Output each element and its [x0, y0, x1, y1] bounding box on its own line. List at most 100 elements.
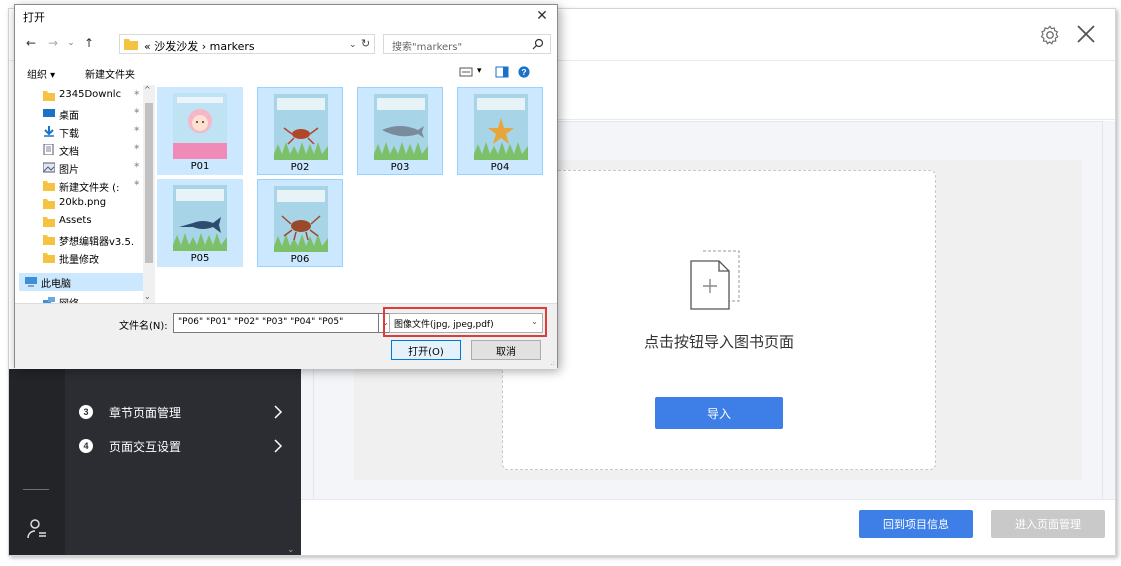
new-folder-button[interactable]: 新建文件夹 [85, 66, 135, 81]
enter-page-management-button[interactable]: 进入页面管理 [991, 510, 1105, 538]
step-number: 4 [79, 439, 93, 453]
file-name: P05 [190, 253, 210, 264]
thumbnail-crab [274, 94, 328, 160]
scroll-down-icon[interactable]: ⌄ [144, 292, 151, 301]
organize-menu[interactable]: 组织 ▾ [27, 66, 55, 81]
svg-text:?: ? [521, 67, 526, 77]
tree-item[interactable]: 文档 ✶ [43, 141, 143, 159]
address-bar[interactable]: « 沙发沙发 › markers [119, 34, 375, 54]
view-mode-icon[interactable] [459, 66, 473, 78]
pin-icon: ✶ [133, 107, 141, 117]
preview-pane-icon[interactable] [495, 66, 509, 78]
filetype-select[interactable]: 图像文件(jpg, jpeg,pdf) ⌄ [389, 313, 543, 333]
back-to-project-button[interactable]: 回到项目信息 [859, 510, 973, 538]
file-tile-p04[interactable]: P04 [457, 87, 543, 175]
sidebar-strip [9, 369, 65, 555]
file-tile-p02[interactable]: P02 [257, 87, 343, 175]
search-box[interactable]: 搜索"markers" [383, 34, 551, 54]
thumbnail-girl [173, 93, 227, 159]
recent-locations-icon[interactable]: ⌄ [63, 35, 79, 51]
sidebar-item-label: 页面交互设置 [109, 440, 182, 454]
pin-icon: ✶ [133, 161, 141, 171]
file-tile-p01[interactable]: P01 [157, 87, 243, 175]
tree-label: Assets [59, 215, 92, 226]
tree-label: 网络 [59, 295, 79, 303]
folder-icon [43, 235, 55, 245]
tree-label: 批量修改 [59, 255, 99, 266]
tree-item[interactable]: 下载 ✶ [43, 123, 143, 141]
search-placeholder: 搜索"markers" [392, 42, 463, 53]
dialog-title: 打开 [23, 11, 45, 24]
back-arrow-icon[interactable]: ← [23, 35, 39, 51]
dialog-navbar: ← → ⌄ ↑ « 沙发沙发 › markers ⌄ ↻ 搜索"markers" [15, 29, 557, 59]
cancel-button[interactable]: 取消 [471, 340, 541, 360]
filename-input[interactable]: "P06" "P01" "P02" "P03" "P04" "P05" [173, 313, 379, 333]
help-icon[interactable]: ? [517, 66, 531, 78]
tree-item[interactable]: 2345Downlc ✶ [43, 87, 143, 105]
dialog-close-icon[interactable]: ✕ [533, 7, 551, 25]
file-tile-p05[interactable]: P05 [157, 179, 243, 267]
open-button[interactable]: 打开(O) [391, 340, 461, 360]
search-icon [532, 38, 544, 50]
sidebar-item-chapter-pages[interactable]: 3 章节页面管理 [65, 396, 301, 430]
tree-item[interactable]: 梦想编辑器v3.5. [43, 231, 143, 249]
tree-scrollbar[interactable]: ^ ⌄ [143, 85, 155, 303]
dialog-toolbar: 组织 ▾ 新建文件夹 ▾ ? [15, 61, 557, 85]
computer-icon [25, 277, 37, 287]
import-button[interactable]: 导入 [655, 397, 783, 429]
file-tile-p06[interactable]: P06 [257, 179, 343, 267]
tree-label: 文档 [59, 147, 79, 158]
user-icon[interactable] [25, 517, 49, 541]
tree-label: 20kb.png [59, 197, 107, 208]
file-name: P04 [490, 162, 510, 173]
tree-item-this-pc[interactable]: 此电脑 [19, 273, 143, 291]
refresh-icon[interactable]: ↻ [361, 37, 370, 50]
file-grid: P01 P02 P03 P04 P05 P06 [157, 85, 557, 303]
tree-item[interactable]: Assets [43, 213, 143, 231]
gear-icon[interactable] [1039, 24, 1061, 46]
view-dropdown-icon[interactable]: ▾ [477, 66, 482, 76]
dialog-bottom-bar: 文件名(N): "P06" "P01" "P02" "P03" "P04" "P… [15, 303, 557, 369]
import-dropzone[interactable]: 点击按钮导入图书页面 导入 [502, 170, 936, 470]
import-caption: 点击按钮导入图书页面 [643, 333, 794, 351]
pin-icon: ✶ [133, 125, 141, 135]
scroll-thumb[interactable] [145, 103, 153, 263]
address-path: « 沙发沙发 › markers [144, 40, 255, 53]
tree-item[interactable]: 20kb.png [43, 195, 143, 213]
file-tile-p03[interactable]: P03 [357, 87, 443, 175]
sidebar-item-page-interaction[interactable]: 4 页面交互设置 [65, 430, 301, 464]
scroll-up-icon[interactable]: ^ [144, 85, 151, 94]
navigation-tree: 2345Downlc ✶ 桌面 ✶ 下载 ✶ 文档 ✶ 图片 ✶ 新建文件夹 (… [15, 85, 143, 303]
thumbnail-swordfish [173, 185, 227, 251]
add-file-icon [690, 250, 740, 310]
tree-item[interactable]: 新建文件夹 (: ✶ [43, 177, 143, 195]
file-name: P06 [290, 254, 310, 265]
thumbnail-crab2 [274, 186, 328, 252]
tree-item[interactable]: 网络 [43, 293, 143, 303]
strip-divider [23, 489, 49, 490]
tree-item[interactable]: 桌面 ✶ [43, 105, 143, 123]
filetype-value: 图像文件(jpg, jpeg,pdf) [394, 320, 494, 330]
desktop-icon [43, 109, 55, 117]
pin-icon: ✶ [133, 143, 141, 153]
thumbnail-fish [374, 94, 428, 160]
tree-label: 2345Downlc [59, 89, 122, 100]
pin-icon: ✶ [133, 89, 141, 99]
close-icon[interactable] [1075, 23, 1097, 45]
folder-icon [124, 39, 138, 50]
footer-bar: 回到项目信息 进入页面管理 [301, 499, 1115, 555]
chevron-down-icon[interactable]: ⌄ [287, 545, 297, 555]
up-arrow-icon[interactable]: ↑ [81, 35, 97, 51]
tree-item[interactable]: 图片 ✶ [43, 159, 143, 177]
tree-label: 此电脑 [41, 279, 71, 290]
resize-grip-icon[interactable]: .: [550, 359, 555, 367]
tree-label: 图片 [59, 165, 79, 176]
file-name: P02 [290, 162, 310, 173]
tree-item[interactable]: 批量修改 [43, 249, 143, 267]
address-dropdown-icon[interactable]: ⌄ [349, 40, 357, 50]
download-icon [44, 126, 54, 137]
forward-arrow-icon[interactable]: → [45, 35, 61, 51]
sidebar-item-label: 章节页面管理 [109, 406, 182, 420]
folder-icon [43, 253, 55, 263]
chevron-right-icon [274, 439, 283, 453]
